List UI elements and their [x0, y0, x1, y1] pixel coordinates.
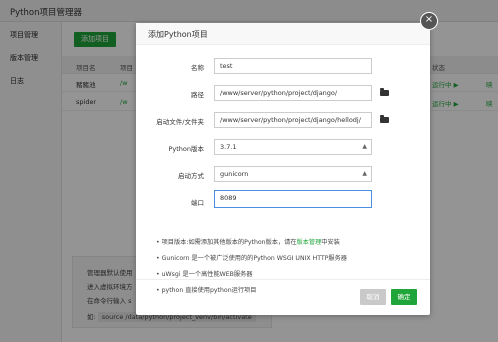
- name-label: 名称: [191, 64, 204, 72]
- version-manage-link[interactable]: 版本管理: [297, 239, 322, 246]
- path-label: 路径: [191, 91, 204, 99]
- startup-mode-value: gunicorn: [220, 170, 249, 178]
- python-version-label: Python版本: [168, 145, 204, 153]
- port-label: 端口: [191, 199, 204, 207]
- startup-file-label: 启动文件/文件夹: [156, 118, 204, 126]
- startup-file-input[interactable]: /www/server/python/project/django/hellod…: [214, 112, 372, 128]
- chevron-down-icon: ▲: [362, 170, 367, 177]
- note-gunicorn-text: Gunicorn 是一个被广泛使用的的Python WSGI UNIX HTTP…: [161, 255, 347, 262]
- close-icon[interactable]: ×: [420, 12, 438, 30]
- confirm-button[interactable]: 确定: [391, 289, 417, 305]
- note-version: • 项目版本:如需添加其他版本的Python版本，请在版本管理中安装: [156, 239, 340, 246]
- startup-mode-label: 启动方式: [178, 172, 204, 180]
- dialog-title: 添加Python项目: [148, 30, 208, 39]
- dialog-header: 添加Python项目: [136, 23, 430, 45]
- note-version-text: 项目版本:如需添加其他版本的Python版本，请在: [161, 239, 297, 246]
- chevron-down-icon: ▲: [362, 143, 367, 150]
- python-version-select[interactable]: 3.7.1 ▲: [214, 139, 372, 155]
- name-input[interactable]: test: [214, 58, 372, 74]
- path-input[interactable]: /www/server/python/project/django/: [214, 85, 372, 101]
- startup-mode-select[interactable]: gunicorn ▲: [214, 166, 372, 182]
- note-gunicorn: • Gunicorn 是一个被广泛使用的的Python WSGI UNIX HT…: [156, 255, 347, 262]
- folder-icon[interactable]: [380, 88, 389, 96]
- note-version-suffix: 中安装: [321, 239, 340, 246]
- add-project-dialog: 添加Python项目 名称 test 路径 /www/server/python…: [136, 23, 430, 315]
- folder-icon[interactable]: [380, 115, 389, 123]
- note-uwsgi-text: uWsgi 是一个高性能WEB服务器: [161, 271, 253, 278]
- cancel-button[interactable]: 取消: [360, 289, 386, 305]
- python-version-value: 3.7.1: [220, 143, 237, 151]
- port-input[interactable]: 8089: [214, 190, 372, 208]
- note-uwsgi: • uWsgi 是一个高性能WEB服务器: [156, 271, 253, 278]
